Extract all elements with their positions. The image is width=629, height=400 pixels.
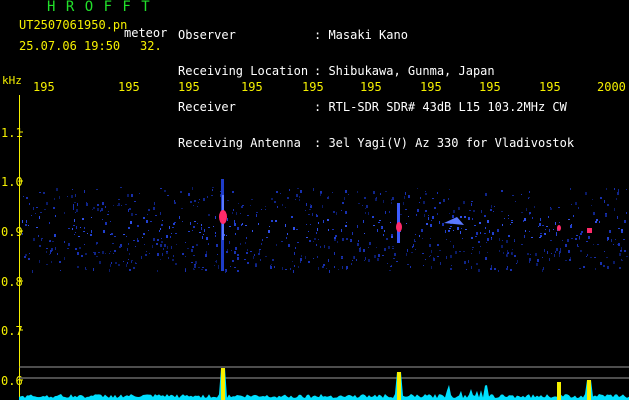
info-value: : Shibukawa, Gunma, Japan: [314, 64, 495, 78]
x-tick-label: 195: [302, 80, 324, 94]
info-label: Receiving Location: [178, 64, 309, 78]
x-tick-label: 195: [178, 80, 200, 94]
x-tick-label: 195: [33, 80, 55, 94]
meteor-echo: [219, 179, 227, 271]
count-label: 32.: [140, 39, 162, 53]
x-tick-label: 195: [241, 80, 263, 94]
info-observer: Observer : Masaki Kano: [178, 29, 574, 41]
x-tick-label: 195: [118, 80, 140, 94]
info-location: Receiving Location : Shibukawa, Gunma, Ja…: [178, 65, 574, 77]
x-tick-label: 2000: [597, 80, 626, 94]
info-label: Observer: [178, 28, 236, 42]
x-tick-label: 195: [539, 80, 561, 94]
info-value: : Masaki Kano: [314, 28, 408, 42]
x-tick-label: 195: [479, 80, 501, 94]
x-tick-label: 195: [420, 80, 442, 94]
unit-label: kHz: [2, 74, 22, 87]
app-title: H R O F F T: [47, 0, 151, 15]
noise-band: [22, 187, 628, 273]
x-tick-label: 195: [360, 80, 382, 94]
meteor-echo: [396, 203, 402, 243]
datetime-label: 25.07.06 19:50: [19, 39, 121, 53]
meteor-label: meteor: [124, 26, 168, 40]
spectrogram-plot: [19, 131, 629, 400]
signal-level-trace: [19, 368, 629, 400]
filename-label: UT2507061950.pn: [19, 18, 128, 32]
